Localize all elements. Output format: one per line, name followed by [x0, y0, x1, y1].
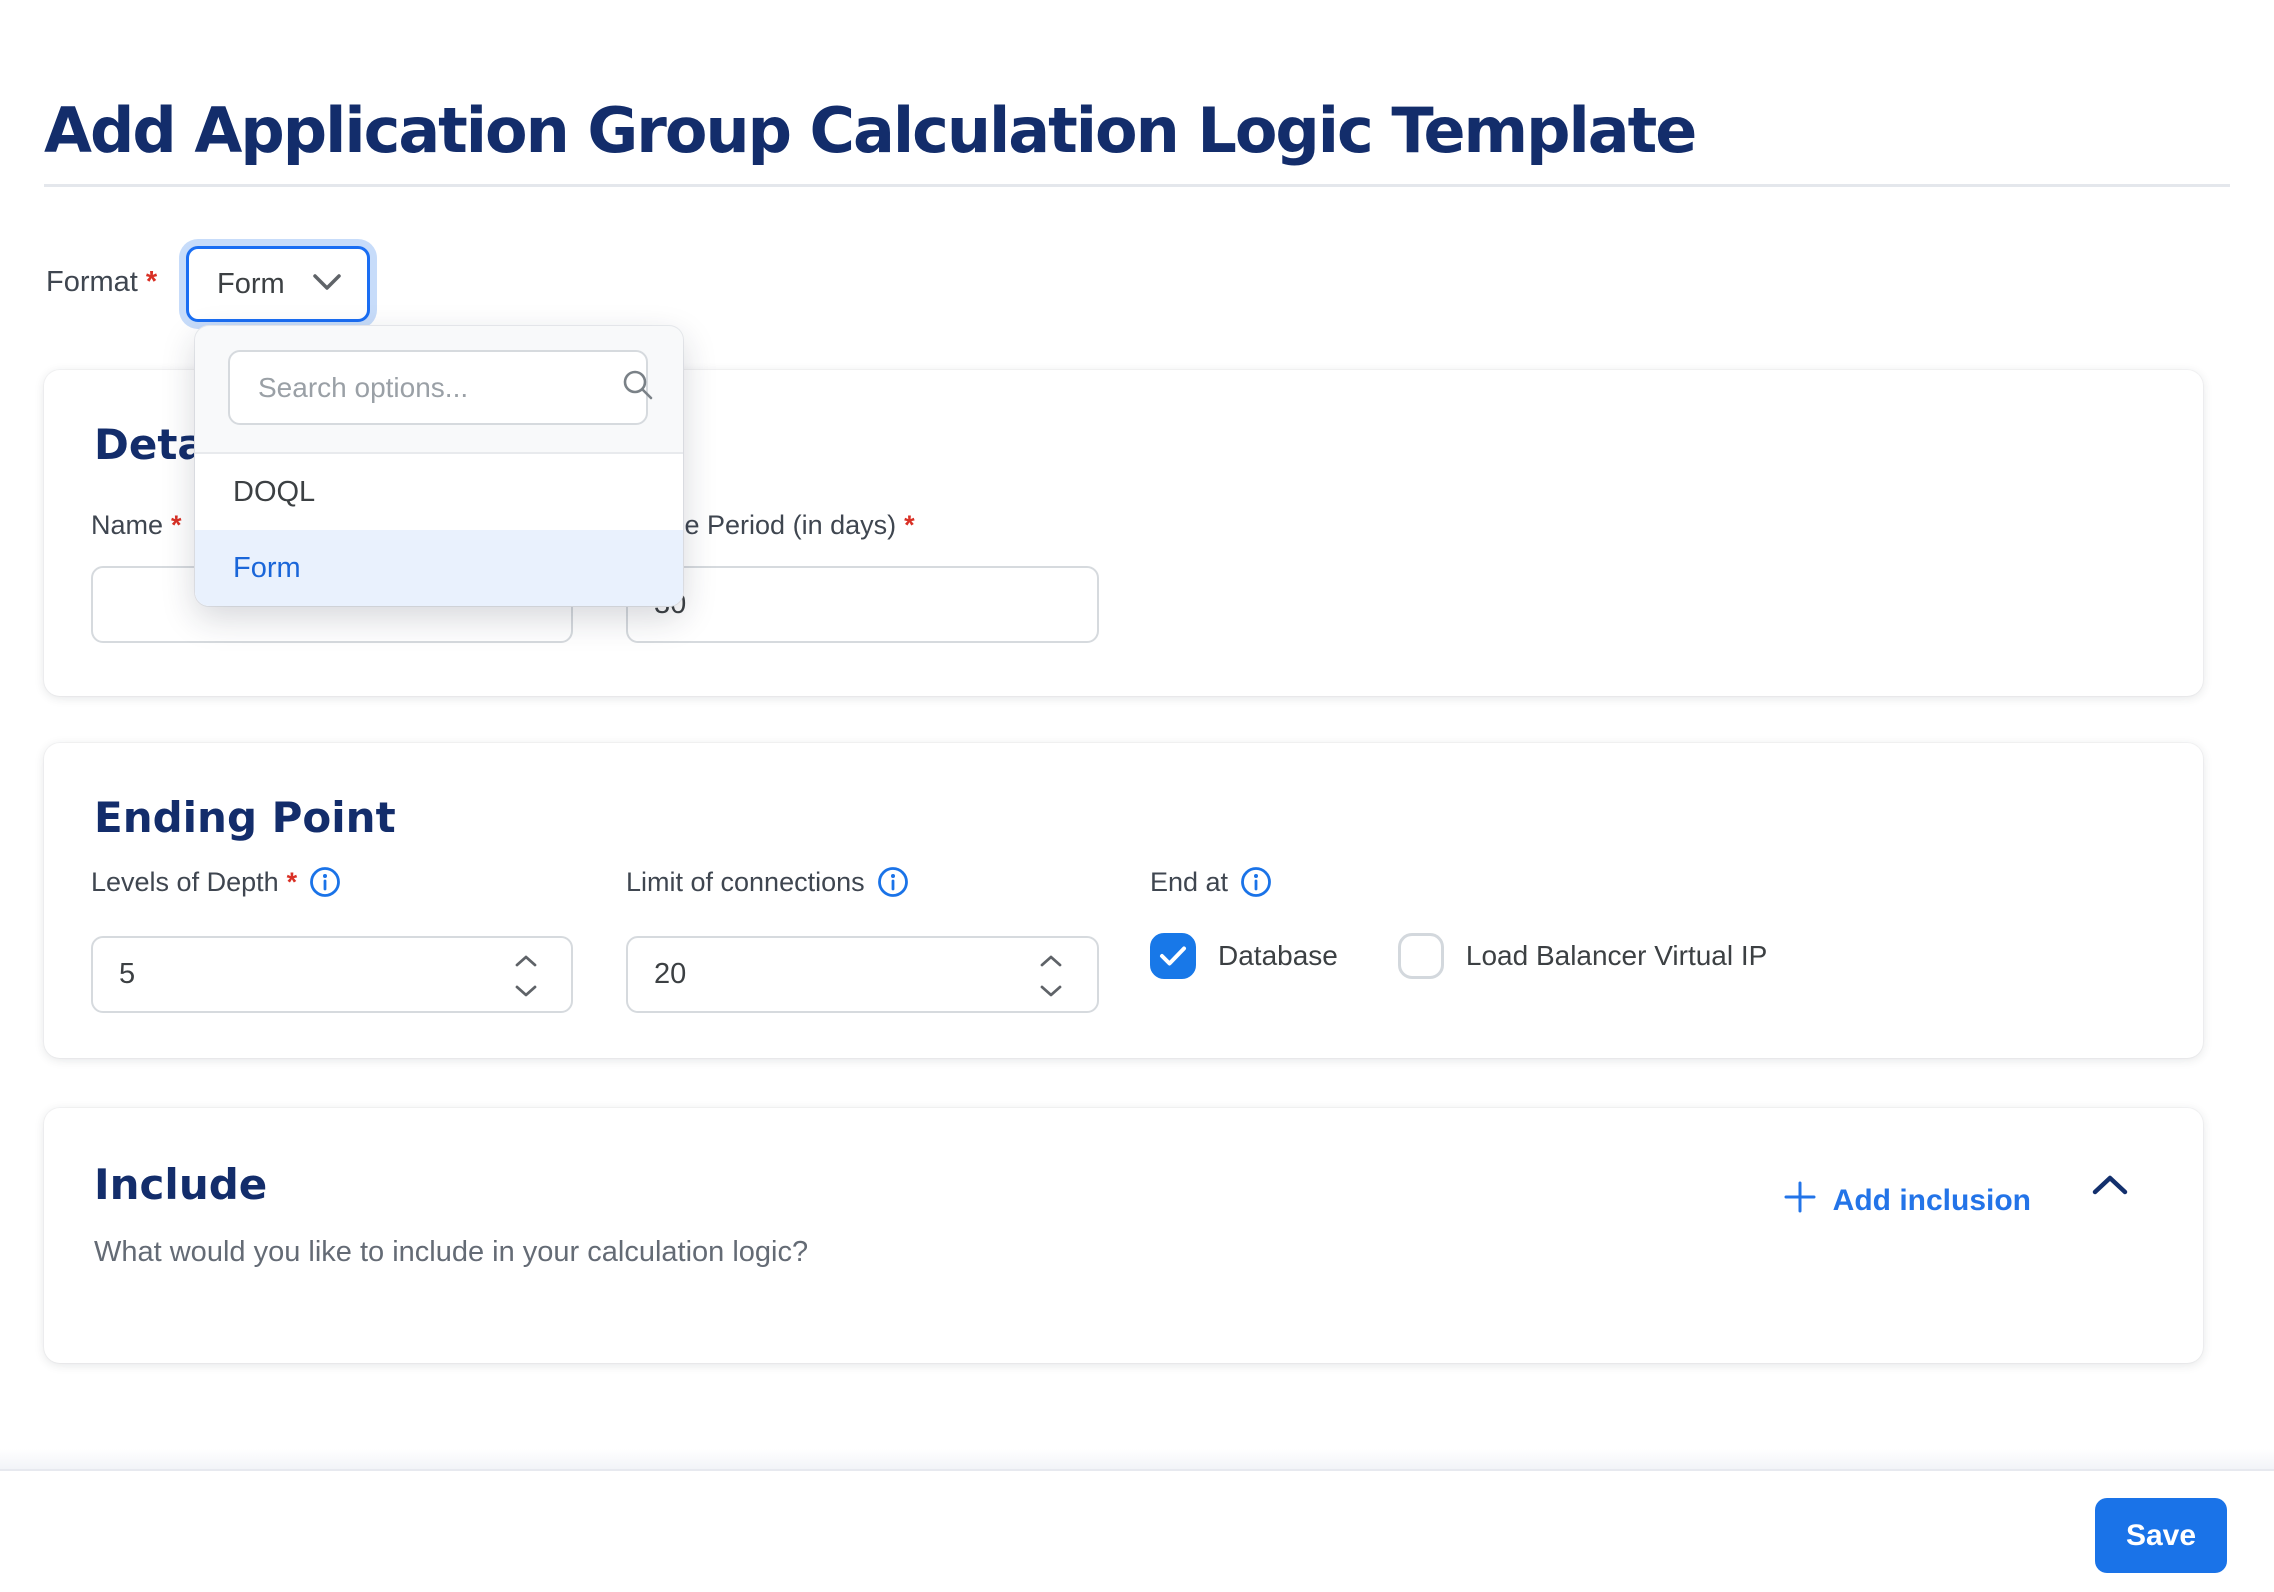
limit-of-connections-stepper	[1039, 954, 1063, 998]
end-at-options: Database Load Balancer Virtual IP	[1150, 933, 1767, 979]
dropdown-search-input[interactable]	[256, 370, 621, 405]
format-select-value: Form	[217, 267, 285, 300]
plus-icon	[1783, 1180, 1817, 1222]
add-application-group-calculation-logic-template-page: Add Application Group Calculation Logic …	[0, 0, 2274, 1592]
checkbox-box[interactable]	[1150, 933, 1196, 979]
format-label: Format *	[46, 266, 158, 298]
add-inclusion-label: Add inclusion	[1832, 1184, 2031, 1217]
save-button[interactable]: Save	[2095, 1498, 2227, 1573]
name-label: Name *	[91, 510, 182, 540]
dropdown-option-form[interactable]: Form	[195, 530, 683, 606]
include-card: Include What would you like to include i…	[44, 1108, 2203, 1363]
include-heading: Include	[94, 1160, 268, 1209]
dropdown-options: DOQL Form	[195, 454, 683, 606]
checkbox-load-balancer-virtual-ip[interactable]: Load Balancer Virtual IP	[1397, 933, 1768, 979]
checkbox-label: Database	[1218, 940, 1338, 971]
add-inclusion-button[interactable]: Add inclusion	[1783, 1180, 2031, 1222]
title-divider	[44, 184, 2230, 187]
required-asterisk: *	[286, 866, 298, 897]
dropdown-option-doql[interactable]: DOQL	[195, 454, 683, 530]
grace-period-input[interactable]	[626, 566, 1099, 643]
checkbox-box[interactable]	[1397, 933, 1444, 979]
dropdown-search-box[interactable]	[228, 350, 653, 425]
stepper-up-icon[interactable]	[514, 954, 538, 968]
chevron-up-icon[interactable]	[2091, 1174, 2129, 1201]
stepper-down-icon[interactable]	[1039, 984, 1063, 998]
stepper-up-icon[interactable]	[1039, 954, 1063, 968]
search-icon	[621, 368, 655, 407]
end-at-label: End at	[1150, 866, 1272, 898]
page-title: Add Application Group Calculation Logic …	[44, 93, 1697, 167]
checkbox-label: Load Balancer Virtual IP	[1465, 940, 1768, 971]
include-description: What would you like to include in your c…	[94, 1236, 809, 1268]
required-asterisk: *	[145, 266, 158, 298]
levels-of-depth-stepper	[514, 954, 538, 998]
footer-divider	[0, 1469, 2274, 1471]
limit-of-connections-label: Limit of connections	[626, 866, 909, 898]
info-icon[interactable]	[309, 866, 341, 898]
format-dropdown-panel: DOQL Form	[195, 326, 683, 606]
required-asterisk: *	[171, 510, 182, 540]
ending-point-heading: Ending Point	[94, 793, 396, 842]
info-icon[interactable]	[1240, 866, 1272, 898]
check-icon	[1160, 946, 1186, 966]
levels-of-depth-label: Levels of Depth *	[91, 866, 341, 898]
required-asterisk: *	[904, 510, 915, 540]
stepper-down-icon[interactable]	[514, 984, 538, 998]
levels-of-depth-input[interactable]	[91, 936, 573, 1013]
ending-point-card: Ending Point Levels of Depth* Limit of c…	[44, 743, 2203, 1058]
format-select[interactable]: Form	[186, 246, 370, 322]
footer-shadow	[0, 1449, 2274, 1469]
chevron-down-icon	[311, 272, 343, 297]
checkbox-database[interactable]: Database	[1150, 933, 1338, 979]
info-icon[interactable]	[877, 866, 909, 898]
limit-of-connections-input[interactable]	[626, 936, 1099, 1013]
